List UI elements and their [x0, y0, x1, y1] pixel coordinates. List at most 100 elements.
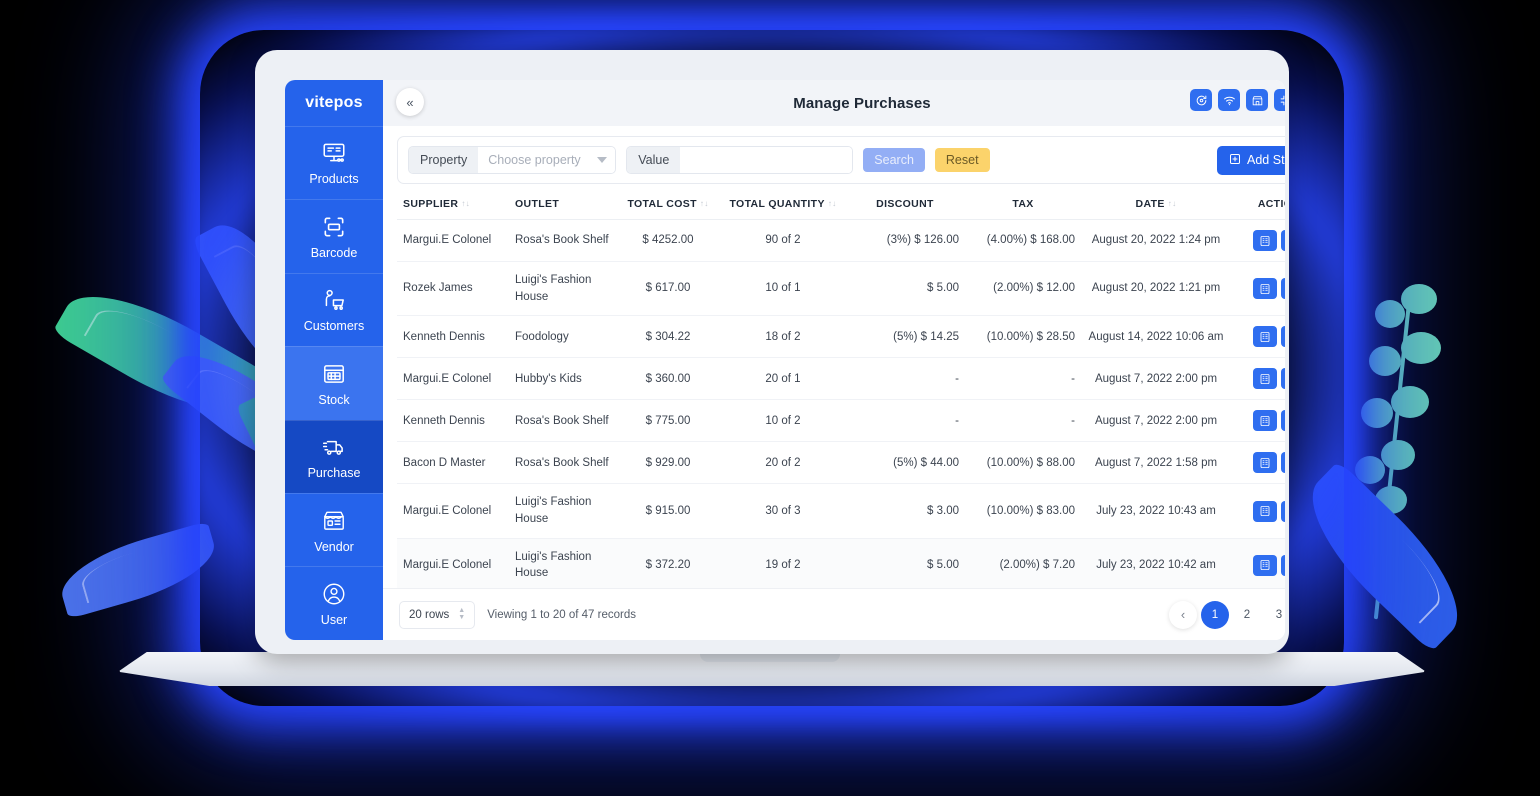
pagination-page-2[interactable]: 2 — [1233, 601, 1261, 629]
sidebar-item-stock[interactable]: Stock — [285, 346, 383, 420]
table-row[interactable]: Rozek James Luigi's Fashion House $ 617.00… — [397, 261, 1285, 317]
download-icon[interactable] — [1281, 410, 1285, 432]
column-header-action: ACTION — [1231, 190, 1285, 220]
cell-supplier: Margui.E Colonel — [397, 483, 509, 539]
column-header-date[interactable]: DATE ↑↓ — [1081, 190, 1231, 220]
cell-total-quantity: 90 of 2 — [721, 219, 845, 262]
download-icon[interactable] — [1281, 368, 1285, 390]
sidebar-item-user[interactable]: User — [285, 566, 383, 639]
download-icon[interactable] — [1281, 500, 1285, 522]
cell-total-cost: $ 617.00 — [615, 261, 721, 317]
purchases-table: SUPPLIER ↑↓ OUTLET TOTAL COST ↑↓ TOTAL QUA… — [397, 190, 1285, 588]
download-icon[interactable] — [1281, 452, 1285, 474]
details-icon[interactable] — [1253, 326, 1277, 348]
cell-date: August 7, 2022 2:00 pm — [1081, 357, 1231, 401]
sync-icon[interactable] — [1190, 89, 1212, 111]
download-icon[interactable] — [1281, 278, 1285, 300]
sidebar-item-label: Vendor — [314, 539, 354, 554]
table-row[interactable]: Margui.E Colonel Hubby's Kids $ 360.00 20 o… — [397, 357, 1285, 401]
purchase-icon — [321, 434, 347, 460]
cell-tax: (10.00%) $ 83.00 — [965, 483, 1081, 539]
screenshot-stage: vitepos Products Barcode Customers Stock… — [0, 0, 1540, 796]
search-button[interactable]: Search — [863, 148, 925, 172]
download-icon[interactable] — [1281, 230, 1285, 251]
sidebar-item-label: Customers — [303, 319, 365, 334]
column-header-discount: DISCOUNT — [845, 190, 965, 220]
details-icon[interactable] — [1253, 368, 1277, 390]
sidebar-item-products[interactable]: Products — [285, 125, 383, 199]
cell-outlet: Luigi's Fashion House — [509, 483, 615, 539]
cell-date: July 23, 2022 10:43 am — [1081, 483, 1231, 539]
pagination-page-1[interactable]: 1 — [1201, 600, 1229, 629]
cell-tax: - — [965, 357, 1081, 401]
table-row[interactable]: Margui.E Colonel Luigi's Fashion House $ 9… — [397, 483, 1285, 539]
cell-outlet: Rosa's Book Shelf — [509, 219, 615, 262]
sidebar-item-customers[interactable]: Customers — [285, 272, 383, 346]
plant-round-leaf — [1369, 346, 1401, 376]
sidebar-item-label: User — [320, 612, 348, 627]
details-icon[interactable] — [1253, 278, 1277, 300]
vendor-icon — [321, 508, 347, 534]
column-header-total-quantity[interactable]: TOTAL QUANTITY ↑↓ — [721, 190, 845, 220]
download-icon[interactable] — [1281, 326, 1285, 348]
fullscreen-icon[interactable] — [1274, 89, 1285, 111]
cell-discount: (3%) $ 126.00 — [845, 219, 965, 262]
col-label: DISCOUNT — [876, 198, 934, 210]
cell-outlet: Rosa's Book Shelf — [509, 399, 615, 443]
sort-icon: ↑↓ — [699, 199, 709, 209]
cell-discount: (5%) $ 44.00 — [845, 441, 965, 485]
cell-tax: (2.00%) $ 7.20 — [965, 538, 1081, 588]
download-icon[interactable] — [1281, 554, 1285, 576]
column-header-outlet: OUTLET — [509, 190, 615, 220]
col-label: TOTAL QUANTITY — [729, 198, 825, 210]
table-row[interactable]: Kenneth Dennis Foodology $ 304.22 18 of 2 (5… — [397, 315, 1285, 359]
top-actions — [1190, 88, 1285, 112]
cell-discount: (5%) $ 14.25 — [845, 315, 965, 359]
details-icon[interactable] — [1253, 500, 1277, 522]
details-icon[interactable] — [1253, 554, 1277, 576]
sidebar-collapse-button[interactable]: « — [396, 88, 424, 116]
cell-action — [1231, 315, 1285, 359]
sidebar-item-purchase[interactable]: Purchase — [285, 419, 383, 494]
cell-discount: - — [845, 399, 965, 443]
sidebar-item-vendor[interactable]: Vendor — [285, 493, 383, 566]
sidebar-item-label: Products — [309, 172, 359, 187]
sort-icon: ↑↓ — [827, 199, 837, 209]
table-row[interactable]: Bacon D Master Rosa's Book Shelf $ 929.00 2… — [397, 441, 1285, 485]
details-icon[interactable] — [1253, 230, 1277, 251]
sort-icon: ↑↓ — [461, 199, 471, 209]
rows-per-page-select[interactable]: 20 rows ▲ ▼ — [399, 600, 476, 629]
cell-action — [1231, 538, 1285, 588]
sidebar-item-label: Stock — [318, 392, 350, 407]
wifi-icon[interactable] — [1218, 89, 1240, 111]
cell-date: August 20, 2022 1:24 pm — [1081, 219, 1231, 262]
table-header: SUPPLIER ↑↓ OUTLET TOTAL COST ↑↓ TOTAL QUA… — [397, 190, 1285, 220]
cell-date: August 14, 2022 10:06 am — [1081, 315, 1231, 359]
col-label: ACTION — [1257, 198, 1285, 210]
pagination-page-3[interactable]: 3 — [1265, 601, 1285, 629]
details-icon[interactable] — [1253, 410, 1277, 432]
store-icon[interactable] — [1246, 89, 1268, 111]
column-header-supplier[interactable]: SUPPLIER ↑↓ — [397, 190, 509, 220]
cell-supplier: Rozek James — [397, 261, 509, 317]
property-label: Property — [409, 147, 479, 173]
table-row[interactable]: Kenneth Dennis Rosa's Book Shelf $ 775.00 1… — [397, 399, 1285, 443]
plus-box-icon — [1229, 153, 1241, 168]
property-filter-group: Property Choose property — [408, 146, 617, 174]
sidebar-item-barcode[interactable]: Barcode — [285, 199, 383, 272]
table-row[interactable]: Margui.E Colonel Luigi's Fashion House $ 3… — [397, 538, 1285, 588]
cell-total-quantity: 18 of 2 — [721, 315, 845, 359]
cell-date: July 23, 2022 10:42 am — [1081, 538, 1231, 588]
pagination-prev[interactable]: ‹ — [1169, 600, 1197, 629]
add-stock-button[interactable]: Add Stock — [1217, 145, 1285, 175]
plant-round-leaf — [1375, 486, 1407, 514]
value-input[interactable] — [680, 147, 853, 173]
property-select[interactable]: Choose property — [478, 147, 616, 173]
table-row[interactable]: Margui.E Colonel Rosa's Book Shelf $ 4252.… — [397, 219, 1285, 262]
products-icon — [321, 140, 347, 166]
reset-button[interactable]: Reset — [934, 148, 990, 172]
page-title: Manage Purchases — [793, 94, 931, 112]
cell-discount: $ 5.00 — [845, 538, 965, 588]
details-icon[interactable] — [1253, 452, 1277, 474]
column-header-total-cost[interactable]: TOTAL COST ↑↓ — [615, 190, 721, 220]
